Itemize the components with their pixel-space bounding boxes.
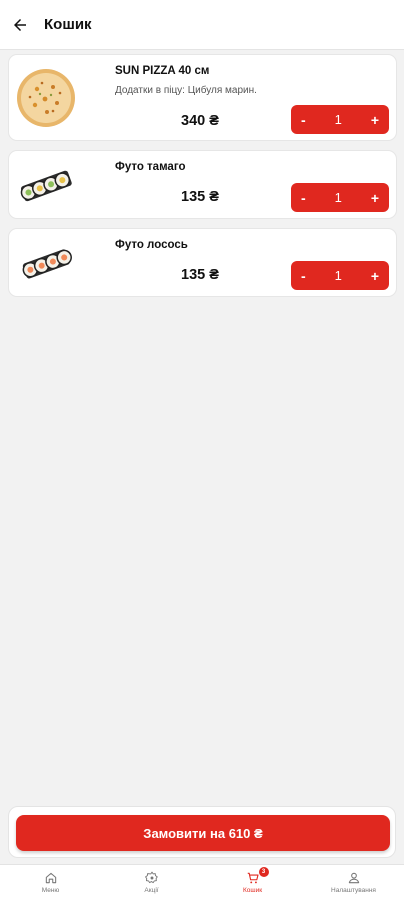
increment-button[interactable]: +	[371, 269, 379, 283]
increment-button[interactable]: +	[371, 191, 379, 205]
quantity-stepper: - 1 +	[291, 261, 389, 290]
decrement-button[interactable]: -	[301, 191, 306, 205]
item-name: SUN PIZZA 40 см	[115, 65, 210, 77]
nav-label: Налаштування	[331, 887, 376, 894]
decrement-button[interactable]: -	[301, 269, 306, 283]
nav-label: Меню	[41, 887, 60, 894]
item-addons: Додатки в піцу: Цибуля марин.	[115, 85, 257, 96]
nav-item-cart[interactable]: 3 Кошик	[202, 865, 303, 900]
back-button[interactable]	[0, 0, 40, 50]
cart-item: Футо тамаго 135 ₴ - 1 +	[8, 150, 397, 219]
home-icon	[45, 872, 56, 884]
cart-list: SUN PIZZA 40 см Додатки в піцу: Цибуля м…	[8, 54, 397, 306]
quantity-stepper: - 1 +	[291, 105, 389, 134]
nav-label: Акції	[144, 887, 159, 894]
nav-item-menu[interactable]: Меню	[0, 865, 101, 900]
user-icon	[348, 872, 359, 884]
quantity-value: 1	[334, 268, 342, 283]
cart-item: SUN PIZZA 40 см Додатки в піцу: Цибуля м…	[8, 54, 397, 141]
top-app-bar: Кошик	[0, 0, 404, 50]
decrement-button[interactable]: -	[301, 113, 306, 127]
arrow-left-icon	[14, 18, 26, 31]
page-title: Кошик	[44, 16, 92, 33]
place-order-button[interactable]: Замовити на 610 ₴	[16, 815, 390, 851]
item-price: 135 ₴	[181, 189, 219, 205]
order-panel: Замовити на 610 ₴	[8, 806, 396, 858]
quantity-value: 1	[334, 190, 342, 205]
nav-item-settings[interactable]: Налаштування	[303, 865, 404, 900]
cart-icon	[247, 872, 259, 884]
quantity-value: 1	[334, 112, 342, 127]
promo-icon	[144, 871, 158, 884]
item-name: Футо лосось	[115, 239, 188, 251]
pizza-icon	[17, 68, 75, 127]
increment-button[interactable]: +	[371, 113, 379, 127]
sushi-roll-icon	[20, 170, 72, 201]
quantity-stepper: - 1 +	[291, 183, 389, 212]
nav-label: Кошик	[242, 887, 263, 894]
cart-count-badge: 3	[258, 867, 269, 877]
cart-item: Футо лосось 135 ₴ - 1 +	[8, 228, 397, 297]
nav-item-promos[interactable]: Акції	[101, 865, 202, 900]
item-price: 135 ₴	[181, 267, 219, 283]
item-name: Футо тамаго	[115, 161, 186, 173]
bottom-navigation: Меню Акції 3 Кошик Налаштування	[0, 864, 404, 900]
item-price: 340 ₴	[181, 113, 219, 129]
sushi-roll-icon	[22, 248, 72, 278]
